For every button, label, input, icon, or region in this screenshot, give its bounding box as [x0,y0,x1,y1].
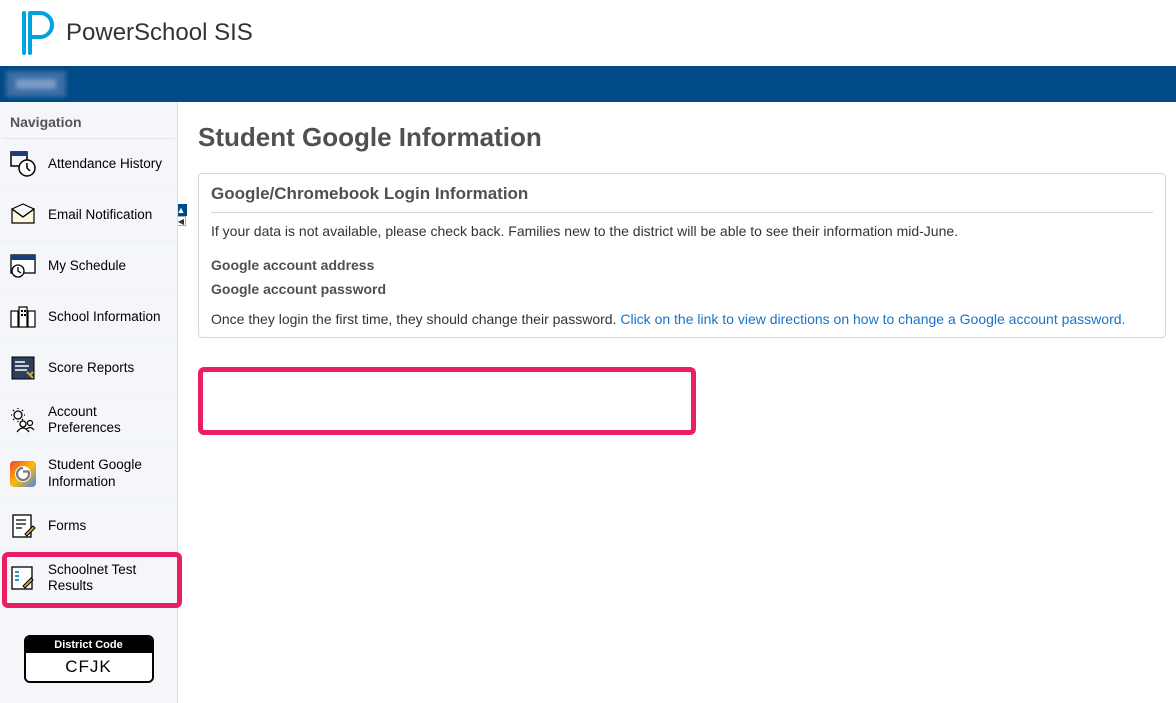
info-row-address: Google account address [211,253,1153,277]
district-code-value: CFJK [26,653,152,681]
schedule-icon [8,251,38,281]
sidebar-item-email-notification[interactable]: Email Notification [0,190,177,241]
card-title: Google/Chromebook Login Information [211,184,1153,213]
sidebar-item-my-schedule[interactable]: My Schedule [0,241,177,292]
top-banner [0,66,1176,102]
report-icon [8,353,38,383]
sidebar-item-forms[interactable]: Forms [0,501,177,552]
login-info-card: Google/Chromebook Login Information If y… [198,173,1166,338]
change-password-link[interactable]: Click on the link to view directions on … [620,311,1125,327]
building-icon [8,302,38,332]
page-title: Student Google Information [198,122,1166,153]
app-name: PowerSchool SIS [66,19,253,47]
sidebar-item-account-preferences[interactable]: Account Preferences [0,394,177,447]
sidebar: Navigation Attendance History Email Noti… [0,102,178,703]
google-icon [8,459,38,489]
forms-icon [8,511,38,541]
district-code-label: District Code [26,637,152,653]
sidebar-item-school-information[interactable]: School Information [0,292,177,343]
footer-text: Once they login the first time, they sho… [211,311,620,327]
powerschool-logo-icon [20,11,54,55]
gear-people-icon [8,405,38,435]
card-note: If your data is not available, please ch… [211,223,1153,239]
main-content: Student Google Information Google/Chrome… [178,102,1176,703]
calendar-clock-icon [8,149,38,179]
google-address-label: Google account address [211,257,511,273]
info-row-password: Google account password [211,277,1153,301]
district-code-box: District Code CFJK [24,635,154,683]
banner-redacted [6,71,66,97]
sidebar-item-schoolnet-test-results[interactable]: Schoolnet Test Results [0,552,177,605]
sidebar-item-student-google-information[interactable]: Student Google Information [0,447,177,500]
sidebar-item-score-reports[interactable]: Score Reports [0,343,177,394]
google-password-label: Google account password [211,281,511,297]
nav-heading: Navigation [2,102,175,139]
app-header: PowerSchool SIS [0,0,1176,66]
sidebar-item-attendance-history[interactable]: Attendance History [0,139,177,190]
card-footer: Once they login the first time, they sho… [211,311,1153,327]
test-results-icon [8,563,38,593]
envelope-icon [8,200,38,230]
